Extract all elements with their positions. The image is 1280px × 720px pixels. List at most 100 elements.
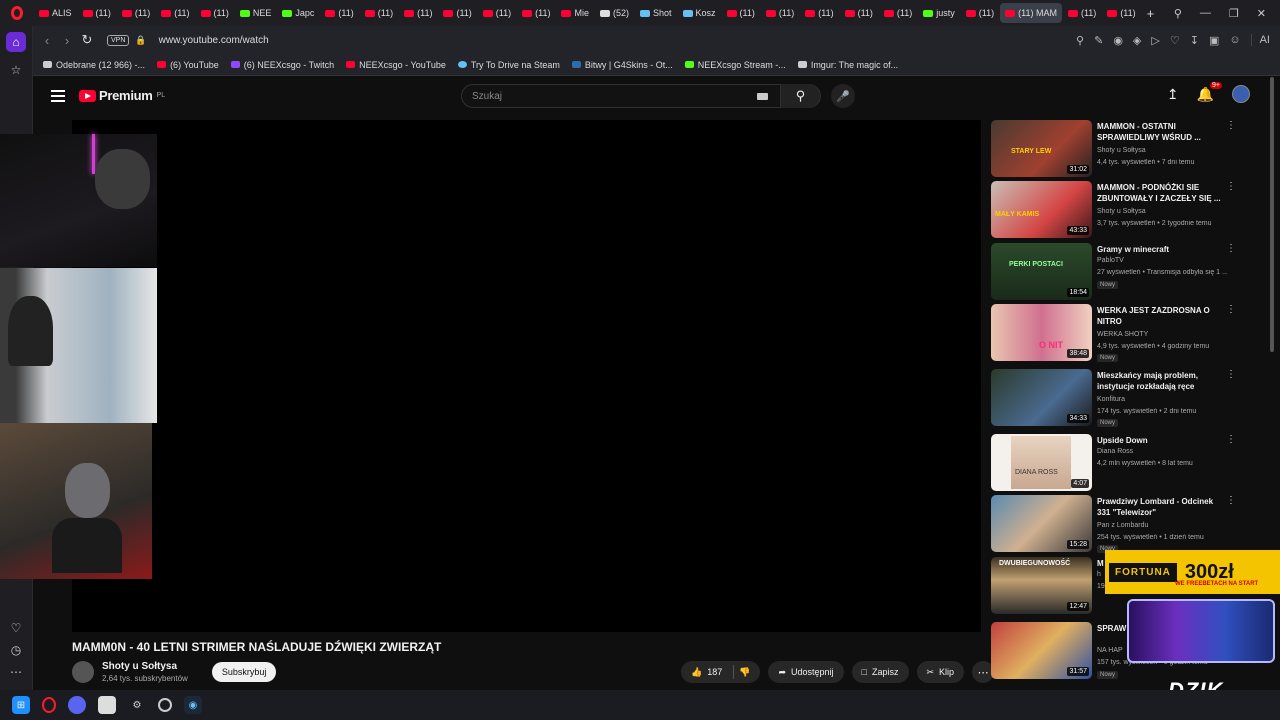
video-thumbnail[interactable]: 31:57 bbox=[991, 622, 1092, 679]
home-icon[interactable]: ⌂ bbox=[6, 32, 26, 52]
more-icon[interactable]: ⋮ bbox=[1226, 495, 1236, 506]
more-icon[interactable]: ⋮ bbox=[1226, 434, 1236, 445]
url-field[interactable]: www.youtube.com/watch bbox=[159, 35, 269, 46]
more-icon[interactable]: ⋮ bbox=[1226, 181, 1236, 192]
video-player[interactable] bbox=[72, 120, 981, 632]
minimize-icon[interactable]: — bbox=[1200, 7, 1211, 19]
tab[interactable]: (11) bbox=[722, 3, 760, 23]
tab[interactable]: (11) bbox=[879, 3, 917, 23]
ai-button[interactable]: AI bbox=[1250, 34, 1270, 46]
tab[interactable]: (11) bbox=[800, 3, 838, 23]
recommended-video[interactable]: DIANA ROSS 4:07 Upside Down Diana Ross 4,… bbox=[991, 434, 1246, 492]
save-button[interactable]: □ Zapisz bbox=[851, 661, 909, 683]
tab[interactable]: (11) bbox=[399, 3, 437, 23]
keyboard-icon[interactable] bbox=[757, 92, 768, 100]
menu-icon[interactable] bbox=[51, 90, 65, 102]
like-button[interactable]: 👍 187 👎 bbox=[681, 661, 761, 683]
download-icon[interactable]: ↧ bbox=[1190, 34, 1199, 47]
tab[interactable]: (11) bbox=[761, 3, 799, 23]
tab[interactable]: (11) bbox=[1063, 3, 1101, 23]
recommended-video[interactable]: 15:28 Prawdziwy Lombard - Odcinek 331 "T… bbox=[991, 495, 1246, 553]
tab[interactable]: (11) bbox=[961, 3, 999, 23]
subscribe-button[interactable]: Subskrybuj bbox=[211, 662, 277, 682]
video-thumbnail[interactable]: 15:28 bbox=[991, 495, 1092, 552]
video-thumbnail[interactable]: 34:33 bbox=[991, 369, 1092, 426]
tab[interactable]: (11) bbox=[517, 3, 555, 23]
recommended-video[interactable]: MAŁY KAMIS 43:33 MAMMON - PODNÓŻKI SIE ZB… bbox=[991, 181, 1246, 239]
tab[interactable]: (11) bbox=[196, 3, 234, 23]
bell-icon[interactable]: 🔔 9+ bbox=[1197, 81, 1222, 103]
tab[interactable]: Shot bbox=[635, 3, 677, 23]
steam-icon[interactable]: ◉ bbox=[184, 696, 202, 714]
account-icon[interactable]: ☺ bbox=[1229, 34, 1240, 46]
file-explorer-icon[interactable] bbox=[98, 696, 116, 714]
tab[interactable]: (11) bbox=[117, 3, 155, 23]
recommended-video[interactable]: PERKI POSTACI 18:54 Gramy w minecraft Pab… bbox=[991, 243, 1246, 301]
tab[interactable]: ALIS bbox=[34, 3, 77, 23]
upload-icon[interactable]: ↥ bbox=[1167, 86, 1179, 103]
vpn-badge[interactable]: VPN bbox=[107, 34, 130, 46]
bookmark[interactable]: Odebrane (12 966) -... bbox=[43, 60, 145, 70]
tab[interactable]: justy bbox=[918, 3, 960, 23]
bookmark[interactable]: (6) YouTube bbox=[157, 60, 219, 70]
mic-icon[interactable]: 🎤 bbox=[831, 84, 855, 108]
video-thumbnail[interactable]: STARY LEW 31:02 bbox=[991, 120, 1092, 177]
bookmark[interactable]: NEEXcsgo Stream -... bbox=[684, 60, 786, 70]
lock-icon[interactable]: 🔒 bbox=[135, 35, 146, 46]
video-thumbnail[interactable]: DIANA ROSS 4:07 bbox=[991, 434, 1092, 491]
tab[interactable]: (11) bbox=[156, 3, 194, 23]
edit-icon[interactable]: ✎ bbox=[1094, 34, 1103, 47]
opera-icon[interactable] bbox=[42, 697, 56, 713]
more-icon[interactable]: ⋮ bbox=[1226, 243, 1236, 254]
opera-menu-icon[interactable] bbox=[0, 0, 34, 26]
bookmark[interactable]: (6) NEEXcsgo - Twitch bbox=[230, 60, 334, 70]
bookmark[interactable]: Imgur: The magic of... bbox=[797, 60, 898, 70]
video-thumbnail[interactable]: PERKI POSTACI 18:54 bbox=[991, 243, 1092, 300]
tab[interactable]: (11) bbox=[360, 3, 398, 23]
app-icon[interactable] bbox=[158, 698, 172, 712]
tab[interactable]: NEE bbox=[235, 3, 277, 23]
back-icon[interactable]: ‹ bbox=[37, 33, 57, 48]
tab[interactable]: (11) bbox=[478, 3, 516, 23]
recommended-video[interactable]: 34:33 Mieszkańcy mają problem, instytucj… bbox=[991, 369, 1246, 427]
maximize-icon[interactable]: ❐ bbox=[1229, 7, 1239, 20]
search-button[interactable]: ⚲ bbox=[780, 84, 820, 108]
history-icon[interactable]: ◷ bbox=[6, 640, 26, 660]
recommended-video[interactable]: STARY LEW 31:02 MAMMON - OSTATNI SPRAWIED… bbox=[991, 120, 1246, 178]
tab[interactable]: (11) bbox=[78, 3, 116, 23]
channel-avatar[interactable] bbox=[72, 661, 94, 683]
avatar[interactable] bbox=[1232, 85, 1250, 103]
video-thumbnail[interactable]: DWUBIEGUNOWOŚĆ 12:47 bbox=[991, 557, 1092, 614]
tab[interactable]: (11) bbox=[320, 3, 358, 23]
reload-icon[interactable]: ↻ bbox=[77, 32, 97, 48]
video-thumbnail[interactable]: MAŁY KAMIS 43:33 bbox=[991, 181, 1092, 238]
discord-icon[interactable] bbox=[68, 696, 86, 714]
windows-start-icon[interactable]: ⊞ bbox=[12, 696, 30, 714]
heart-icon[interactable]: ♡ bbox=[6, 618, 26, 638]
thumbs-down-icon[interactable]: 👎 bbox=[739, 667, 750, 678]
bookmark[interactable]: Bitwy | G4Skins - Ot... bbox=[571, 60, 673, 70]
tab[interactable]: Mie bbox=[556, 3, 594, 23]
extensions-icon[interactable]: ▣ bbox=[1209, 34, 1219, 47]
play-icon[interactable]: ▷ bbox=[1151, 34, 1159, 47]
settings-icon[interactable]: ⚙ bbox=[128, 696, 146, 714]
heart-icon[interactable]: ♡ bbox=[1170, 34, 1180, 47]
more-icon[interactable]: ⋯ bbox=[6, 662, 26, 682]
scrollbar[interactable] bbox=[1270, 77, 1274, 352]
tab[interactable]: Japc bbox=[277, 3, 319, 23]
clip-button[interactable]: ✂ Klip bbox=[916, 661, 965, 683]
forward-icon[interactable]: › bbox=[57, 33, 77, 48]
share-button[interactable]: ➦ Udostępnij bbox=[768, 661, 844, 683]
more-icon[interactable]: ⋮ bbox=[1226, 120, 1236, 131]
search-input[interactable]: Szukaj bbox=[462, 91, 757, 102]
search-icon[interactable]: ⚲ bbox=[1076, 34, 1084, 47]
tab-active[interactable]: (11) MAM bbox=[1000, 3, 1062, 23]
bookmark[interactable]: Try To Drive na Steam bbox=[457, 60, 560, 70]
more-icon[interactable]: ⋮ bbox=[1226, 304, 1236, 315]
search-tabs-icon[interactable]: ⚲ bbox=[1174, 7, 1182, 20]
star-icon[interactable]: ☆ bbox=[6, 60, 26, 80]
video-thumbnail[interactable]: O NIT 38:48 bbox=[991, 304, 1092, 361]
tab[interactable]: (11) bbox=[840, 3, 878, 23]
bookmark[interactable]: NEEXcsgo - YouTube bbox=[346, 60, 446, 70]
new-tab-button[interactable]: + bbox=[1142, 3, 1160, 23]
